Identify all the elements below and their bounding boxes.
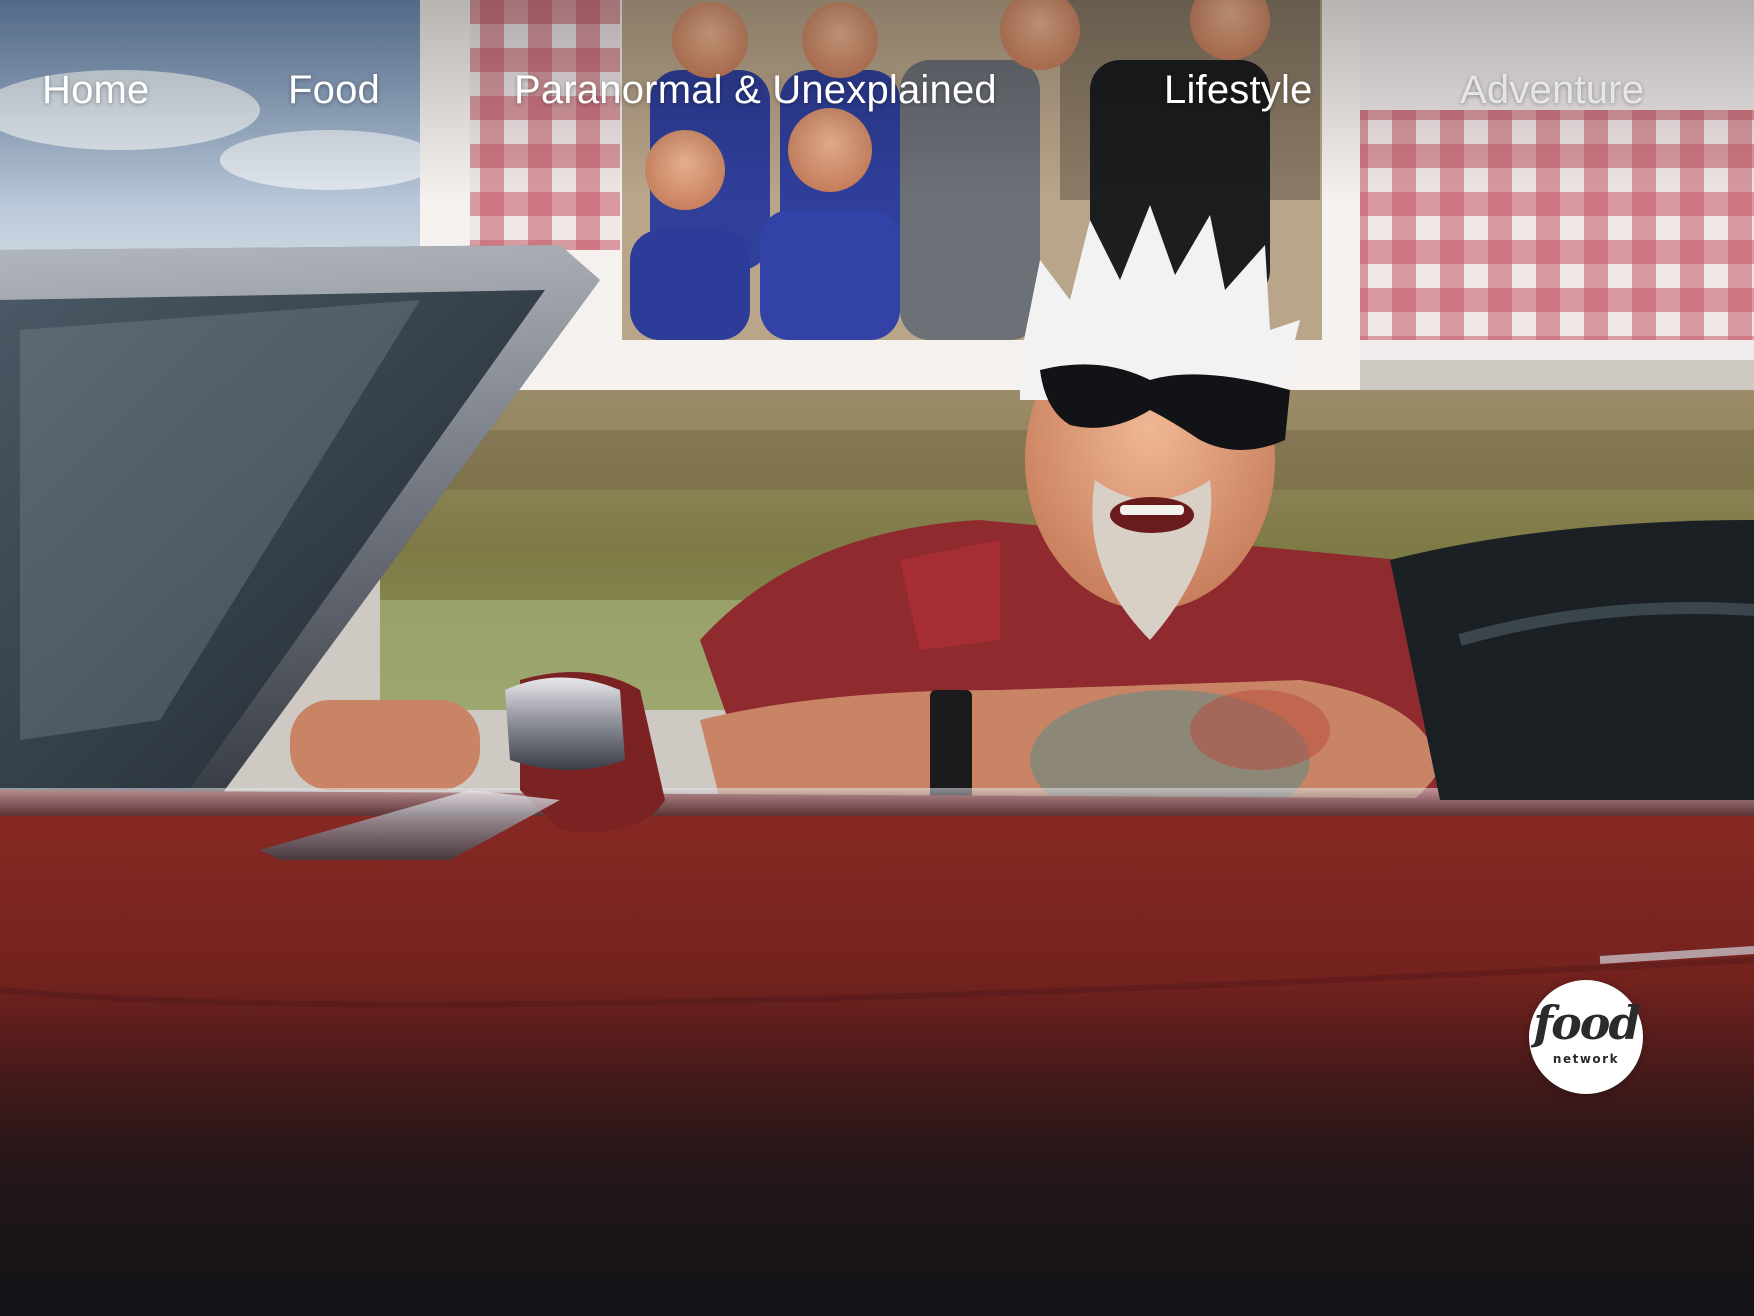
category-nav: Home Food Paranormal & Unexplained Lifes… xyxy=(0,0,1754,186)
nav-item-lifestyle[interactable]: Lifestyle xyxy=(1164,68,1313,113)
bottom-gradient-overlay xyxy=(0,980,1754,1316)
nav-item-paranormal-unexplained[interactable]: Paranormal & Unexplained xyxy=(514,68,997,113)
nav-item-adventure[interactable]: Adventure xyxy=(1460,68,1644,113)
nav-item-home[interactable]: Home xyxy=(42,68,150,113)
brand-wordmark: food xyxy=(1533,996,1640,1050)
nav-item-food[interactable]: Food xyxy=(288,68,380,113)
food-network-logo: food network xyxy=(1529,980,1643,1094)
brand-subtitle: network xyxy=(1552,1052,1620,1066)
hero-banner[interactable] xyxy=(0,0,1754,1316)
